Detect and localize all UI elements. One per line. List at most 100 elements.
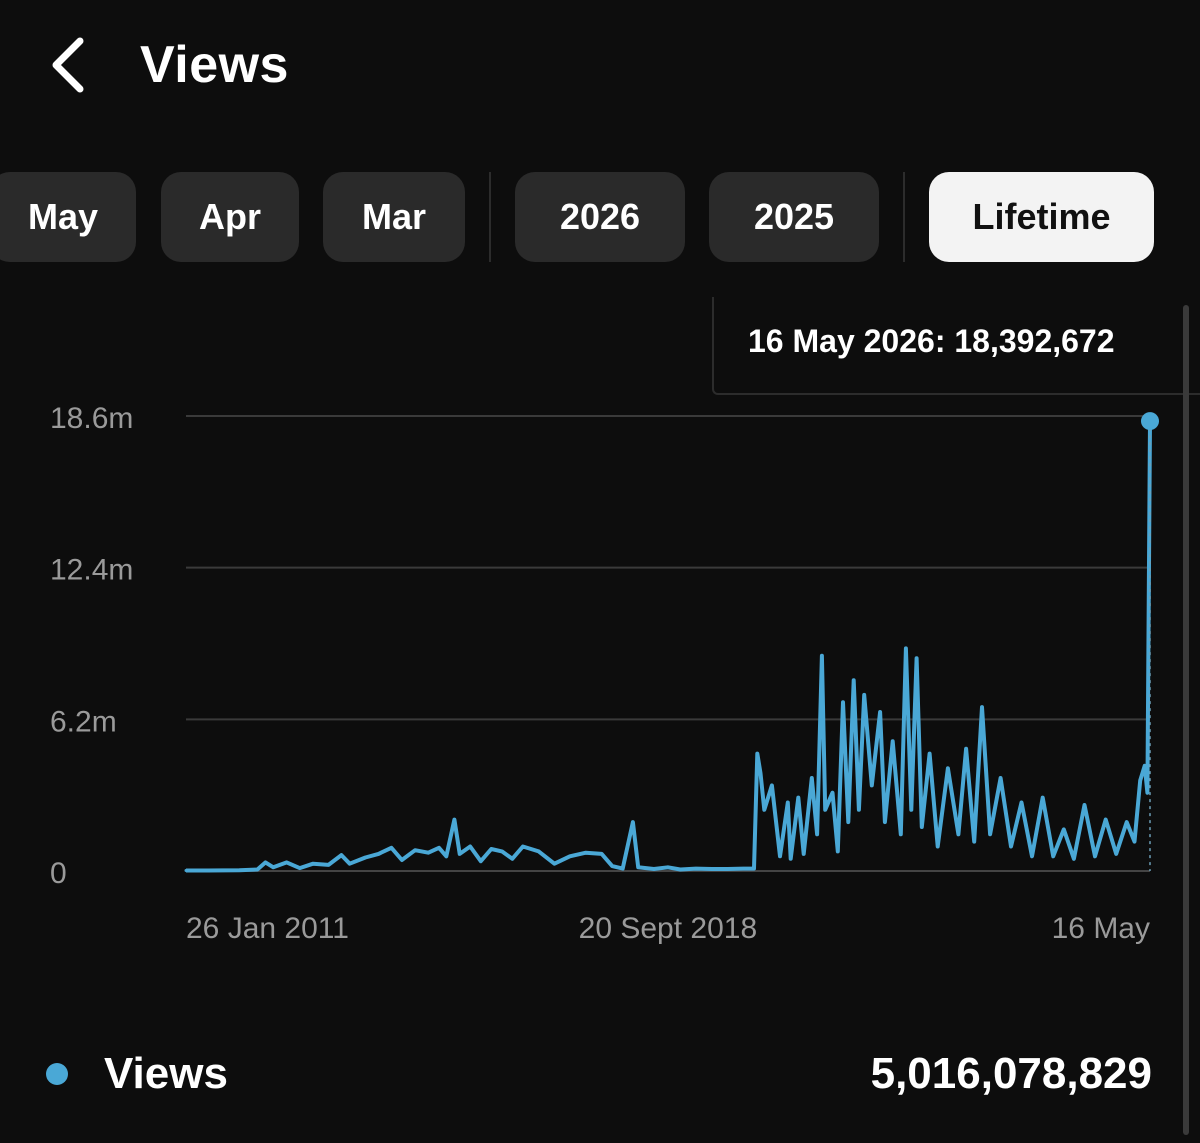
data-point bbox=[841, 700, 845, 704]
data-point bbox=[964, 747, 968, 751]
data-point bbox=[726, 867, 730, 871]
back-button[interactable] bbox=[38, 30, 98, 100]
data-point bbox=[666, 865, 670, 869]
data-point bbox=[413, 848, 417, 852]
data-point bbox=[458, 852, 462, 856]
data-point bbox=[972, 840, 976, 844]
data-point bbox=[376, 852, 380, 856]
data-point bbox=[537, 849, 541, 853]
y-axis-ticks: 0 6.2m 12.4m 18.6m bbox=[50, 402, 133, 890]
data-point bbox=[741, 867, 745, 871]
data-point bbox=[870, 783, 874, 787]
tab-2026[interactable]: 2026 bbox=[515, 172, 685, 262]
data-point bbox=[678, 868, 682, 872]
tab-lifetime[interactable]: Lifetime bbox=[929, 172, 1154, 262]
header: Views bbox=[0, 0, 1200, 130]
data-point bbox=[1041, 796, 1045, 800]
data-point bbox=[1009, 845, 1013, 849]
data-point bbox=[928, 752, 932, 756]
data-point bbox=[264, 860, 268, 864]
period-tabs: May Apr Mar 2026 2025 Lifetime bbox=[0, 172, 1200, 262]
data-point bbox=[815, 832, 819, 836]
data-point bbox=[452, 818, 456, 822]
data-point bbox=[915, 656, 919, 660]
data-point bbox=[752, 867, 756, 871]
data-point bbox=[1145, 791, 1149, 795]
data-point bbox=[820, 654, 824, 658]
data-point bbox=[568, 854, 572, 858]
data-point bbox=[1104, 818, 1108, 822]
data-point bbox=[521, 845, 525, 849]
tab-mar[interactable]: Mar bbox=[323, 172, 465, 262]
data-point bbox=[552, 862, 556, 866]
data-point bbox=[796, 796, 800, 800]
data-point bbox=[1143, 764, 1147, 768]
data-point bbox=[836, 849, 840, 853]
data-point bbox=[1082, 803, 1086, 807]
x-axis-ticks: 26 Jan 2011 20 Sept 2018 16 May bbox=[186, 912, 1150, 945]
data-point bbox=[339, 853, 343, 857]
data-point bbox=[1072, 857, 1076, 861]
data-point bbox=[852, 678, 856, 682]
data-point bbox=[326, 863, 330, 867]
data-point bbox=[810, 776, 814, 780]
data-point bbox=[980, 705, 984, 709]
data-point bbox=[946, 766, 950, 770]
data-point bbox=[1020, 801, 1024, 805]
data-point bbox=[631, 820, 635, 824]
y-tick-label: 6.2m bbox=[50, 705, 117, 738]
data-point bbox=[802, 852, 806, 856]
data-point bbox=[789, 857, 793, 861]
data-point bbox=[999, 776, 1003, 780]
tab-2025[interactable]: 2025 bbox=[709, 172, 879, 262]
data-point bbox=[862, 693, 866, 697]
data-point bbox=[710, 867, 714, 871]
data-point bbox=[909, 808, 913, 812]
data-point bbox=[510, 857, 514, 861]
data-point bbox=[636, 865, 640, 869]
y-tick-label: 12.4m bbox=[50, 554, 133, 587]
tab-divider bbox=[903, 172, 905, 262]
data-point bbox=[1132, 840, 1136, 844]
data-point bbox=[759, 771, 763, 775]
data-point bbox=[237, 868, 241, 872]
data-point bbox=[389, 846, 393, 850]
data-point bbox=[878, 710, 882, 714]
data-point bbox=[426, 851, 430, 855]
data-point bbox=[610, 864, 614, 868]
tab-may[interactable]: May bbox=[0, 172, 136, 262]
y-tick-label: 0 bbox=[50, 857, 67, 890]
data-point bbox=[1051, 854, 1055, 858]
tab-divider bbox=[489, 172, 491, 262]
tab-apr[interactable]: Apr bbox=[161, 172, 299, 262]
data-point bbox=[652, 867, 656, 871]
data-point bbox=[500, 849, 504, 853]
data-point bbox=[489, 847, 493, 851]
data-point bbox=[255, 868, 259, 872]
data-point bbox=[1125, 820, 1129, 824]
legend-dot bbox=[46, 1063, 68, 1085]
data-point bbox=[285, 860, 289, 864]
data-point bbox=[755, 752, 759, 756]
total-views: 5,016,078,829 bbox=[870, 1049, 1152, 1098]
data-point bbox=[311, 862, 315, 866]
data-point bbox=[600, 852, 604, 856]
data-point bbox=[271, 865, 275, 869]
data-point bbox=[883, 820, 887, 824]
page-title: Views bbox=[140, 36, 289, 94]
chevron-left-icon bbox=[52, 37, 84, 93]
data-point bbox=[1114, 852, 1118, 856]
data-point bbox=[584, 851, 588, 855]
data-point bbox=[348, 862, 352, 866]
data-point bbox=[956, 832, 960, 836]
data-point bbox=[621, 867, 625, 871]
data-point bbox=[904, 646, 908, 650]
data-point bbox=[694, 867, 698, 871]
data-point bbox=[762, 808, 766, 812]
data-point bbox=[479, 859, 483, 863]
data-point bbox=[936, 845, 940, 849]
x-tick-label: 26 Jan 2011 bbox=[186, 912, 349, 945]
data-point bbox=[298, 866, 302, 870]
data-point bbox=[846, 820, 850, 824]
data-point bbox=[363, 856, 367, 860]
